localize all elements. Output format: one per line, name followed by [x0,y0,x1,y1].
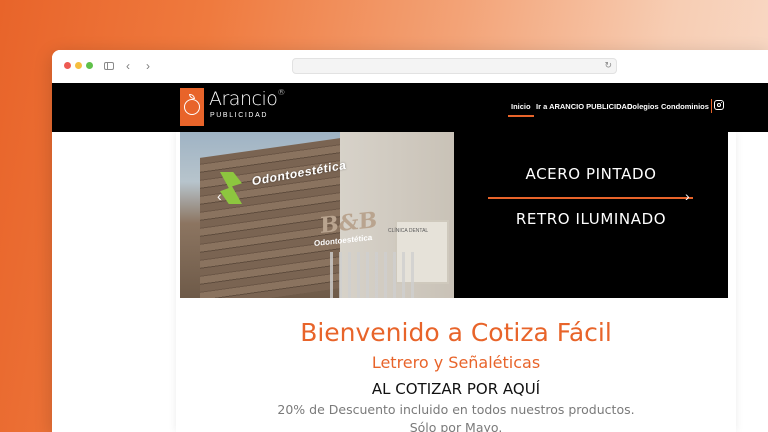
welcome-heading: Bienvenido a Cotiza Fácil [300,318,612,347]
forward-icon[interactable]: › [146,59,150,73]
door-text: CLÍNICA DENTAL [388,228,429,234]
orange-icon [184,99,200,115]
reload-icon[interactable]: ↻ [604,60,612,71]
address-bar[interactable]: ↻ [292,58,617,74]
slide-photo: Odontoestética B&B Odontoestética CLÍNIC… [180,132,454,298]
minimize-window-button[interactable] [75,62,82,69]
cta-text: AL COTIZAR POR AQUÍ [371,380,541,398]
site-header: Arancio® PUBLICIDAD Inicio Ir a ARANCIO … [52,83,768,132]
sidebar-toggle-icon[interactable] [104,62,114,70]
nav-item-arancio-publicidad[interactable]: Ir a ARANCIO PUBLICIDAD [536,102,632,111]
maximize-window-button[interactable] [86,62,93,69]
slide-line-1: ACERO PINTADO [525,165,657,183]
discount-text: 20% de Descuento incluido en todos nuest… [277,402,635,417]
welcome-subtitle: Letrero y Señaléticas [371,353,541,372]
carousel-next-icon[interactable]: › [685,188,690,204]
hero-carousel[interactable]: Odontoestética B&B Odontoestética CLÍNIC… [180,132,728,298]
nav-item-colegios[interactable]: Colegios [627,102,659,111]
nav-item-condominios[interactable]: Condominios [661,102,709,111]
nav-divider [711,99,712,113]
carousel-prev-icon[interactable]: ‹ [217,188,222,204]
promo-period-text: Sólo por Mayo. [409,420,503,432]
slide-text-panel: ACERO PINTADO RETRO ILUMINADO [454,132,728,298]
brand-name[interactable]: Arancio® [209,88,285,110]
brand-logo[interactable] [180,88,204,126]
close-window-button[interactable] [64,62,71,69]
browser-window: ‹ › ↻ Arancio® PUBLICIDAD Inicio Ir a AR… [52,50,768,432]
slide-line-2: RETRO ILUMINADO [515,210,667,228]
browser-toolbar: ‹ › ↻ [52,50,768,84]
back-icon[interactable]: ‹ [126,59,130,73]
slide-divider [488,197,693,199]
brand-subtitle: PUBLICIDAD [210,112,269,119]
main-content-card: Odontoestética B&B Odontoestética CLÍNIC… [176,132,736,432]
stair-railing [330,252,420,298]
nav-item-inicio[interactable]: Inicio [508,102,534,117]
instagram-icon[interactable] [714,100,724,110]
